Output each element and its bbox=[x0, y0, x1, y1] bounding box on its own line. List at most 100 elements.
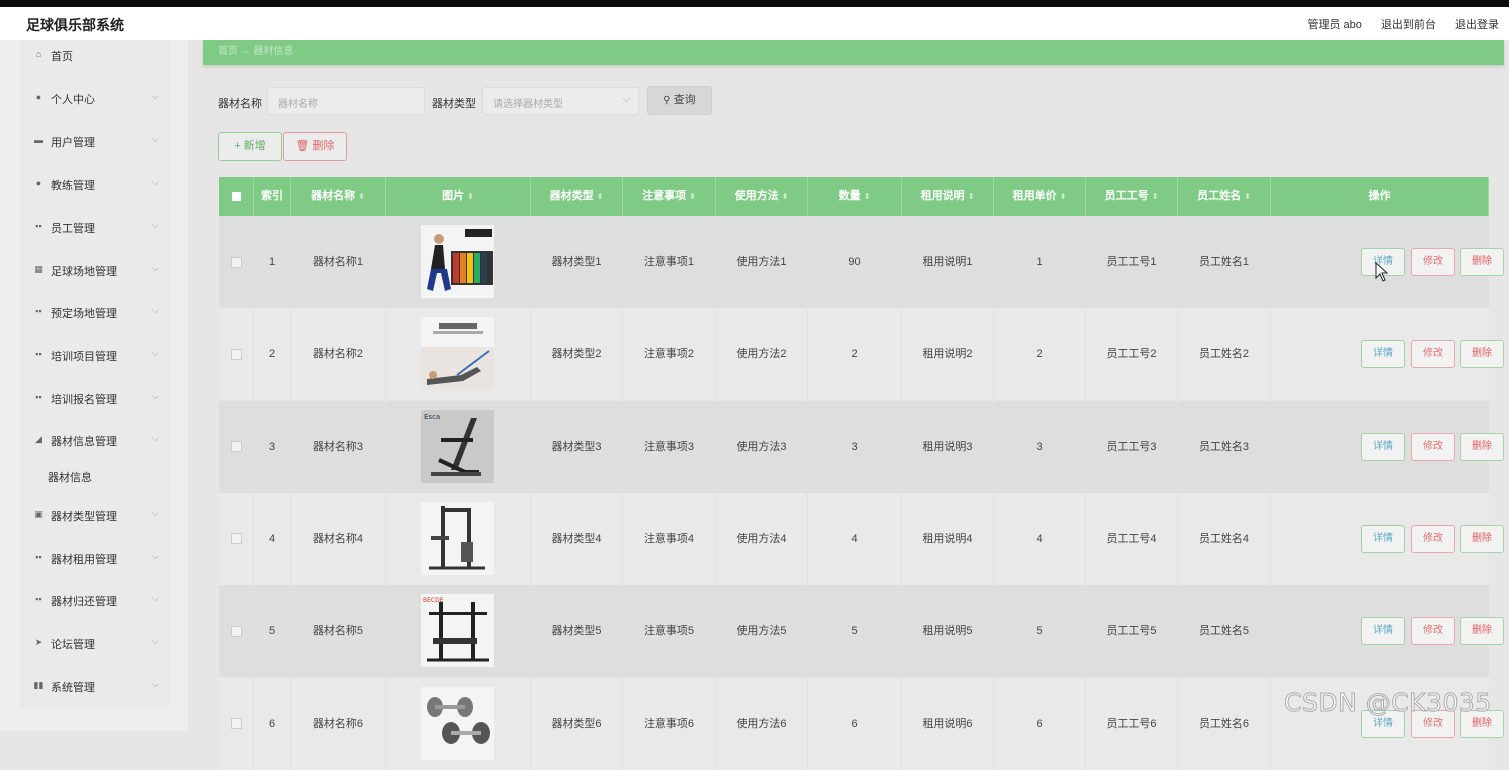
column-header: 操作 bbox=[1271, 177, 1489, 216]
delete-button[interactable]: 删除 bbox=[1460, 432, 1504, 461]
sidebar-item-11[interactable]: ▪▪ 器材租用管理 ⌵ bbox=[33, 550, 163, 570]
image-cell bbox=[386, 308, 531, 401]
cell-emp_no: 员工工号6 bbox=[1086, 677, 1178, 770]
sidebar-item-6[interactable]: ▪▪ 预定场地管理 ⌵ bbox=[33, 304, 163, 324]
row-checkbox-cell[interactable] bbox=[219, 216, 254, 308]
cell-notes: 注意事项6 bbox=[623, 677, 716, 770]
row-checkbox-cell[interactable] bbox=[219, 677, 254, 770]
grid-icon: ▪▪ bbox=[35, 392, 42, 402]
column-header: 员工姓名 ⬍ bbox=[1178, 177, 1271, 216]
sidebar-item-3[interactable]: ● 教练管理 ⌵ bbox=[33, 176, 163, 196]
top-bar: 足球俱乐部系统 管理员 abo 退出到前台 退出登录 bbox=[0, 7, 1509, 40]
cell-notes: 注意事项2 bbox=[623, 308, 716, 401]
trash-icon: 🗑 bbox=[295, 140, 310, 152]
edit-button[interactable]: 修改 bbox=[1411, 248, 1455, 276]
logout-link[interactable]: 退出登录 bbox=[1455, 19, 1499, 31]
sort-icon[interactable]: ⬍ bbox=[467, 192, 474, 201]
cell-index: 2 bbox=[254, 308, 291, 401]
grid-icon: ▪▪ bbox=[35, 221, 42, 231]
cell-price: 4 bbox=[994, 492, 1086, 585]
edit-button[interactable]: 修改 bbox=[1411, 340, 1455, 369]
cell-usage: 使用方法5 bbox=[716, 585, 808, 678]
stretch-band-image bbox=[421, 317, 494, 391]
sort-icon[interactable]: ⬍ bbox=[782, 192, 789, 201]
sidebar-item-label: 预定场地管理 bbox=[51, 308, 117, 320]
sidebar-item-13[interactable]: ➤ 论坛管理 ⌵ bbox=[33, 635, 163, 655]
query-button[interactable]: ⚲ 查询 bbox=[647, 86, 712, 115]
svg-text:Esca: Esca bbox=[424, 413, 440, 421]
delete-button[interactable]: 删除 bbox=[1460, 524, 1504, 553]
column-header-label: 图片 bbox=[442, 190, 465, 202]
cell-emp_name: 员工姓名1 bbox=[1178, 216, 1271, 308]
column-header-label: 器材名称 bbox=[311, 190, 356, 202]
edit-button[interactable]: 修改 bbox=[1411, 432, 1455, 461]
cell-emp_no: 员工工号4 bbox=[1086, 492, 1178, 585]
sort-icon[interactable]: ⬍ bbox=[358, 192, 365, 201]
row-checkbox[interactable] bbox=[230, 441, 242, 453]
box-icon: ▣ bbox=[34, 509, 43, 519]
type-filter-label: 器材类型 bbox=[432, 98, 476, 110]
detail-button[interactable]: 详情 bbox=[1361, 340, 1405, 369]
sidebar-item-10[interactable]: ▣ 器材类型管理 ⌵ bbox=[33, 507, 163, 527]
select-all-checkbox[interactable] bbox=[219, 177, 254, 216]
add-button[interactable]: + 新增 bbox=[218, 132, 282, 161]
delete-button[interactable]: 删除 bbox=[1460, 248, 1504, 276]
sidebar-item-5[interactable]: ▦ 足球场地管理 ⌵ bbox=[33, 262, 163, 282]
user-icon: ● bbox=[35, 92, 42, 102]
sidebar-item-label: 首页 bbox=[51, 51, 73, 63]
submenu-item-equipment-info[interactable]: 器材信息 bbox=[48, 469, 92, 485]
row-checkbox[interactable] bbox=[230, 348, 242, 360]
cell-type: 器材类型4 bbox=[531, 492, 623, 585]
cell-rent_desc: 租用说明2 bbox=[902, 308, 994, 401]
sidebar-item-4[interactable]: ▪▪ 员工管理 ⌵ bbox=[33, 219, 163, 239]
row-checkbox[interactable] bbox=[230, 256, 242, 268]
edit-button[interactable]: 修改 bbox=[1411, 524, 1455, 553]
sidebar-item-8[interactable]: ▪▪ 培训报名管理 ⌵ bbox=[33, 390, 163, 410]
row-checkbox[interactable] bbox=[230, 533, 242, 545]
sidebar-item-7[interactable]: ▪▪ 培训项目管理 ⌵ bbox=[33, 347, 163, 367]
chevron-down-icon: ⌵ bbox=[152, 177, 159, 187]
edit-button[interactable]: 修改 bbox=[1411, 617, 1455, 646]
sidebar-item-12[interactable]: ▪▪ 器材归还管理 ⌵ bbox=[33, 592, 163, 612]
table-row: 5 器材名称5 BECDE 器材类型5 注意事项5 使用方法5 5 租用说明5 5 员工工号5 员工… bbox=[219, 585, 1504, 678]
row-checkbox-cell[interactable] bbox=[219, 492, 254, 585]
delete-button[interactable]: 删除 bbox=[1460, 340, 1504, 369]
row-checkbox[interactable] bbox=[230, 625, 242, 637]
sort-icon[interactable]: ⬍ bbox=[1060, 192, 1067, 201]
row-checkbox[interactable] bbox=[230, 718, 242, 730]
sort-icon[interactable]: ⬍ bbox=[689, 192, 696, 201]
sidebar-item-2[interactable]: ▬ 用户管理 ⌵ bbox=[33, 133, 163, 153]
sidebar-item-9[interactable]: ◢ 器材信息管理 ⌵ bbox=[33, 432, 163, 452]
cell-notes: 注意事项5 bbox=[623, 585, 716, 678]
plus-icon: + bbox=[234, 140, 241, 152]
sort-icon[interactable]: ⬍ bbox=[597, 192, 604, 201]
sidebar-item-0[interactable]: ⌂ 首页 bbox=[33, 47, 163, 67]
cell-index: 6 bbox=[254, 677, 291, 770]
detail-button[interactable]: 详情 bbox=[1361, 432, 1405, 461]
sort-icon[interactable]: ⬍ bbox=[1152, 192, 1159, 201]
cell-type: 器材类型1 bbox=[531, 216, 623, 308]
table-row: 4 器材名称4 器材类型4 注意事项4 使用方法4 4 租用说明4 4 员工工号4 员工姓名4 详情… bbox=[219, 492, 1504, 585]
cell-type: 器材类型2 bbox=[531, 308, 623, 401]
sidebar-item-label: 器材归还管理 bbox=[51, 596, 117, 608]
sort-icon[interactable]: ⬍ bbox=[864, 192, 871, 201]
detail-button[interactable]: 详情 bbox=[1361, 617, 1405, 646]
detail-button[interactable]: 详情 bbox=[1361, 524, 1405, 553]
to-frontend-link[interactable]: 退出到前台 bbox=[1381, 19, 1436, 31]
delete-button[interactable]: 删除 bbox=[1460, 617, 1504, 646]
cell-emp_no: 员工工号5 bbox=[1086, 585, 1178, 678]
batch-delete-button[interactable]: 🗑 删除 bbox=[283, 132, 347, 161]
type-select[interactable]: 请选择器材类型 ⌵ bbox=[482, 87, 639, 115]
sidebar-item-1[interactable]: ● 个人中心 ⌵ bbox=[33, 90, 163, 110]
row-checkbox-cell[interactable] bbox=[219, 585, 254, 678]
sidebar-item-label: 器材租用管理 bbox=[51, 554, 117, 566]
sort-icon[interactable]: ⬍ bbox=[1244, 192, 1251, 201]
chevron-down-icon: ⌵ bbox=[152, 636, 159, 646]
sidebar-item-14[interactable]: ▮▮ 系统管理 ⌵ bbox=[33, 678, 163, 698]
column-header-label: 使用方法 bbox=[734, 190, 779, 202]
name-search-input[interactable]: 器材名称 bbox=[267, 87, 425, 115]
actions-cell: 详情 修改 删除 bbox=[1271, 493, 1504, 585]
sort-icon[interactable]: ⬍ bbox=[968, 192, 975, 201]
row-checkbox-cell[interactable] bbox=[219, 400, 254, 493]
row-checkbox-cell[interactable] bbox=[219, 308, 254, 401]
